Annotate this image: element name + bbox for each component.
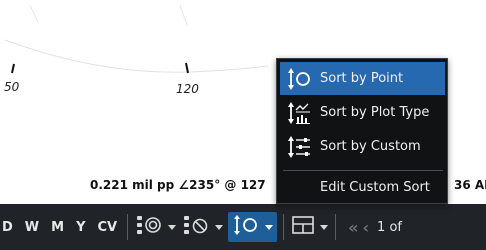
pager: « ‹ 1 of (346, 212, 402, 242)
range-month-button[interactable]: M (45, 212, 70, 242)
range-week-button[interactable]: W (19, 212, 45, 242)
outer-ring-arc (4, 39, 191, 73)
sort-by-custom-icon (286, 134, 312, 160)
chevron-down-icon (265, 224, 274, 230)
menu-item-label: Sort by Point (320, 71, 404, 86)
menu-item-sort-by-plot-type[interactable]: Sort by Plot Type (280, 96, 445, 129)
polar-target-icon (135, 213, 163, 241)
layout-grid-button[interactable] (288, 212, 331, 242)
menu-item-edit-custom-sort[interactable]: Edit Custom Sort (280, 171, 445, 204)
toolbar-divider (283, 214, 285, 240)
layout-grid-icon (291, 215, 315, 239)
sort-by-plot-type-icon (286, 100, 312, 126)
exclude-view-button[interactable] (179, 212, 226, 242)
exclude-circle-icon (182, 213, 210, 241)
chevron-down-icon (320, 224, 329, 230)
first-page-icon[interactable]: « (346, 212, 360, 242)
tick-mark (11, 63, 15, 74)
toolbar: D W M Y CV « ‹ 1 of (0, 204, 486, 250)
tick-label: 50 (4, 80, 20, 94)
radial-spoke (179, 4, 188, 26)
chevron-down-icon (215, 224, 224, 230)
range-cv-button[interactable]: CV (92, 212, 124, 242)
menu-item-label: Sort by Custom (320, 139, 421, 154)
menu-item-label: Sort by Plot Type (320, 105, 430, 120)
sort-by-point-icon (232, 213, 260, 241)
sort-by-point-icon (286, 66, 312, 92)
polar-view-button[interactable] (132, 212, 179, 242)
chevron-down-icon (168, 224, 177, 230)
toolbar-divider (127, 214, 129, 240)
menu-item-sort-by-point[interactable]: Sort by Point (280, 62, 445, 95)
sort-dropdown-menu: Sort by Point Sort by Plot Type Sort by … (276, 58, 448, 204)
menu-item-sort-by-custom[interactable]: Sort by Custom (280, 130, 445, 163)
readout-value: 0.221 mil pp ∠235° @ 127 (90, 178, 266, 192)
range-year-button[interactable]: Y (70, 212, 91, 242)
outer-ring-arc-right (189, 65, 269, 73)
previous-page-icon[interactable]: ‹ (360, 212, 371, 242)
tick-label: 120 (176, 82, 199, 96)
page-indicator: 1 of (377, 219, 402, 235)
sort-menu-button[interactable] (228, 212, 278, 242)
radial-spoke (29, 4, 39, 23)
toolbar-divider (335, 214, 337, 240)
menu-item-label: Edit Custom Sort (320, 180, 430, 195)
readout-time: 36 AM (454, 178, 486, 192)
tick-mark (185, 62, 189, 74)
range-day-button[interactable]: D (0, 212, 19, 242)
